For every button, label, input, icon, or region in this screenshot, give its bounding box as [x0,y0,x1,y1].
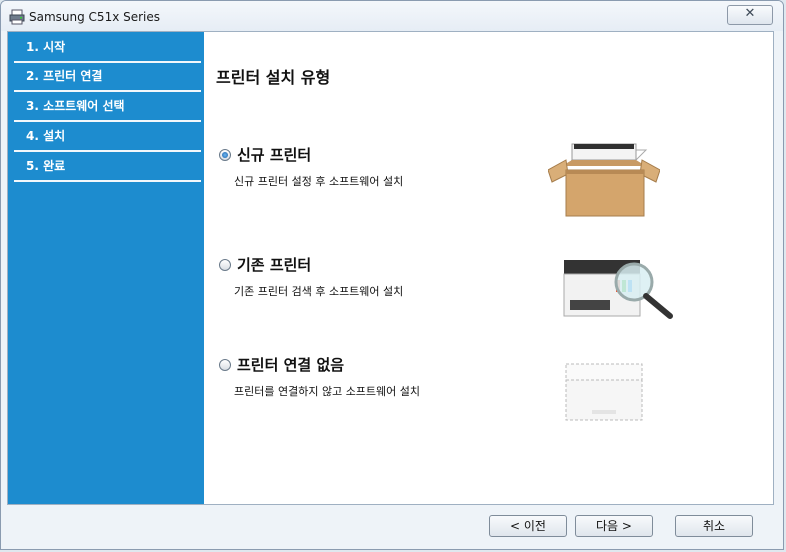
option-existing-printer-description: 기존 프린터 검색 후 소프트웨어 설치 [234,285,404,298]
radio-new-printer[interactable] [219,148,231,161]
step-finish: 5. 완료 [14,153,201,182]
option-existing-printer[interactable]: 기존 프린터 [219,254,311,275]
printer-in-box-icon [548,143,660,217]
steps-sidebar: 1. 시작 2. 프린터 연결 3. 소프트웨어 선택 4. 설치 5. 완료 [8,32,204,504]
step-install: 4. 설치 [14,123,201,152]
wizard-content: 1. 시작 2. 프린터 연결 3. 소프트웨어 선택 4. 설치 5. 완료 … [7,31,774,505]
printer-app-icon [9,9,25,25]
next-button[interactable]: 다음 > [575,515,653,537]
installer-window: Samsung C51x Series ✕ 1. 시작 2. 프린터 연결 3.… [0,0,784,550]
main-panel: 프린터 설치 유형 신규 프린터 신규 프린터 설정 후 소프트웨어 설치 기존… [204,32,773,504]
title-bar: Samsung C51x Series ✕ [1,1,783,31]
close-icon: ✕ [744,6,756,21]
option-existing-printer-label: 기존 프린터 [237,256,312,274]
option-no-printer-label: 프린터 연결 없음 [237,356,345,374]
page-title: 프린터 설치 유형 [216,68,331,87]
cancel-button[interactable]: 취소 [675,515,753,537]
step-start: 1. 시작 [14,34,201,63]
radio-no-printer[interactable] [219,358,231,371]
printer-outline-icon [565,363,643,421]
option-new-printer-label: 신규 프린터 [237,146,312,164]
radio-existing-printer[interactable] [219,258,231,271]
step-software-selection: 3. 소프트웨어 선택 [14,93,201,122]
option-no-printer-description: 프린터를 연결하지 않고 소프트웨어 설치 [234,385,421,398]
option-no-printer[interactable]: 프린터 연결 없음 [219,354,344,375]
option-new-printer-description: 신규 프린터 설정 후 소프트웨어 설치 [234,175,404,188]
back-button[interactable]: < 이전 [489,515,567,537]
close-button[interactable]: ✕ [727,5,773,25]
option-new-printer[interactable]: 신규 프린터 [219,144,311,165]
button-bar: < 이전 다음 > 취소 [1,505,783,549]
window-title: Samsung C51x Series [29,10,161,24]
printer-magnifier-icon [563,260,673,319]
step-printer-connection: 2. 프린터 연결 [14,63,201,92]
